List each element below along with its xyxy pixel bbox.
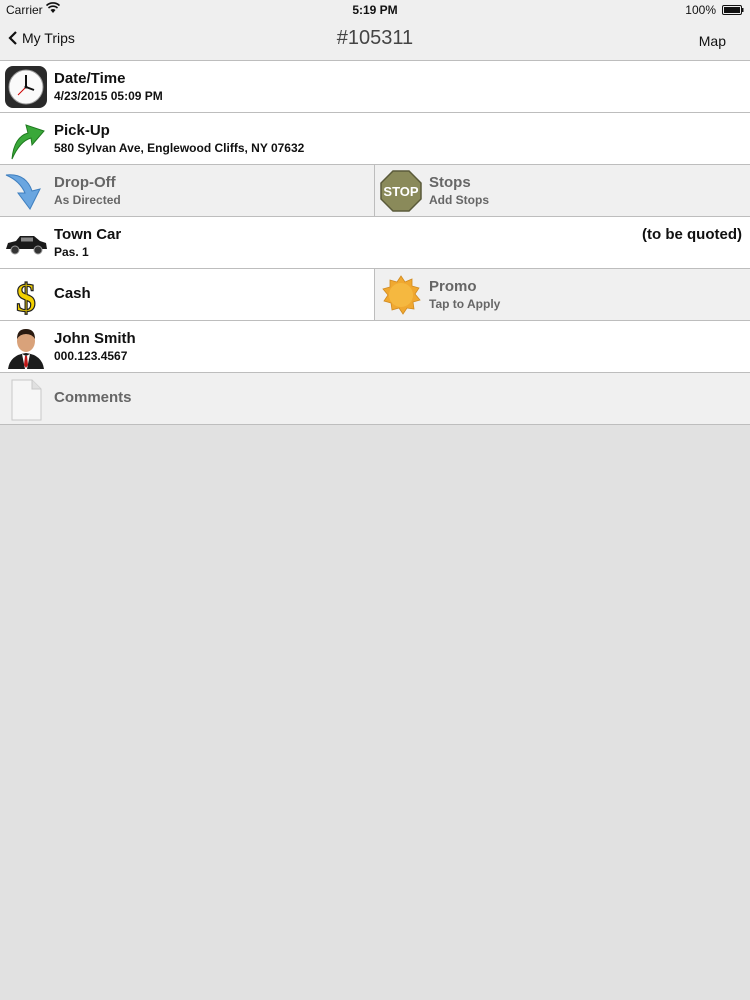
- clock-icon: [5, 66, 47, 108]
- payment-cell[interactable]: $ Cash: [0, 269, 374, 320]
- promo-cell[interactable]: Promo Tap to Apply: [374, 269, 750, 320]
- passenger-name: John Smith: [54, 330, 136, 347]
- battery-icon: [722, 5, 744, 15]
- person-icon: [8, 329, 44, 369]
- vehicle-label: Town Car: [54, 226, 122, 243]
- comments-label: Comments: [54, 389, 132, 406]
- stop-sign-icon: STOP: [380, 170, 422, 212]
- datetime-value: 4/23/2015 05:09 PM: [54, 89, 163, 103]
- stop-sign-text: STOP: [383, 184, 418, 199]
- dropoff-label: Drop-Off: [54, 174, 116, 191]
- dollar-icon: $: [15, 274, 36, 317]
- navigation-bar: My Trips #105311 Map: [0, 20, 750, 61]
- dropoff-stops-row: Drop-Off As Directed STOP Stops Add Stop…: [0, 165, 750, 217]
- payment-label: Cash: [54, 285, 91, 302]
- stops-cell[interactable]: STOP Stops Add Stops: [374, 165, 750, 216]
- car-icon: [6, 236, 47, 255]
- battery-percent: 100%: [685, 3, 716, 17]
- trip-details-list: Date/Time 4/23/2015 05:09 PM Pick-Up 580…: [0, 60, 750, 425]
- page-title: #105311: [336, 27, 414, 49]
- payment-text: Cash: [54, 285, 91, 303]
- datetime-row[interactable]: Date/Time 4/23/2015 05:09 PM: [0, 60, 750, 113]
- stops-label: Stops: [429, 174, 471, 191]
- passenger-row[interactable]: John Smith 000.123.4567: [0, 321, 750, 373]
- passenger-phone: 000.123.4567: [54, 349, 128, 363]
- dropoff-value: As Directed: [54, 193, 121, 207]
- passenger-text: John Smith 000.123.4567: [54, 330, 136, 364]
- dropoff-cell[interactable]: Drop-Off As Directed: [0, 165, 374, 216]
- stops-value: Add Stops: [429, 193, 489, 207]
- status-time: 5:19 PM: [352, 3, 398, 17]
- comments-text: Comments: [54, 389, 132, 407]
- promo-label: Promo: [429, 278, 477, 295]
- vehicle-text: Town Car Pas. 1: [54, 226, 121, 260]
- vehicle-price: (to be quoted): [642, 226, 742, 243]
- badge-icon: [382, 275, 421, 315]
- pickup-address: 580 Sylvan Ave, Englewood Cliffs, NY 076…: [54, 141, 305, 155]
- down-arrow-icon: [5, 174, 41, 210]
- document-icon: [11, 379, 42, 421]
- payment-promo-row: $ Cash Promo Tap to Apply: [0, 269, 750, 321]
- promo-value: Tap to Apply: [429, 297, 501, 311]
- comments-row[interactable]: Comments: [0, 373, 750, 425]
- pickup-row[interactable]: Pick-Up 580 Sylvan Ave, Englewood Cliffs…: [0, 113, 750, 165]
- datetime-label: Date/Time: [54, 70, 126, 87]
- dollar-glyph: $: [16, 275, 36, 317]
- datetime-text: Date/Time 4/23/2015 05:09 PM: [54, 70, 163, 104]
- promo-text: Promo Tap to Apply: [429, 278, 500, 312]
- pickup-label: Pick-Up: [54, 122, 110, 139]
- up-arrow-icon: [11, 124, 45, 160]
- pickup-text: Pick-Up 580 Sylvan Ave, Englewood Cliffs…: [54, 122, 304, 156]
- vehicle-row[interactable]: Town Car Pas. 1 (to be quoted): [0, 217, 750, 269]
- map-button[interactable]: Map: [699, 33, 726, 49]
- stops-text: Stops Add Stops: [429, 174, 489, 208]
- dropoff-text: Drop-Off As Directed: [54, 174, 121, 208]
- vehicle-passengers: Pas. 1: [54, 245, 89, 259]
- status-bar: Carrier 5:19 PM 100%: [0, 0, 750, 20]
